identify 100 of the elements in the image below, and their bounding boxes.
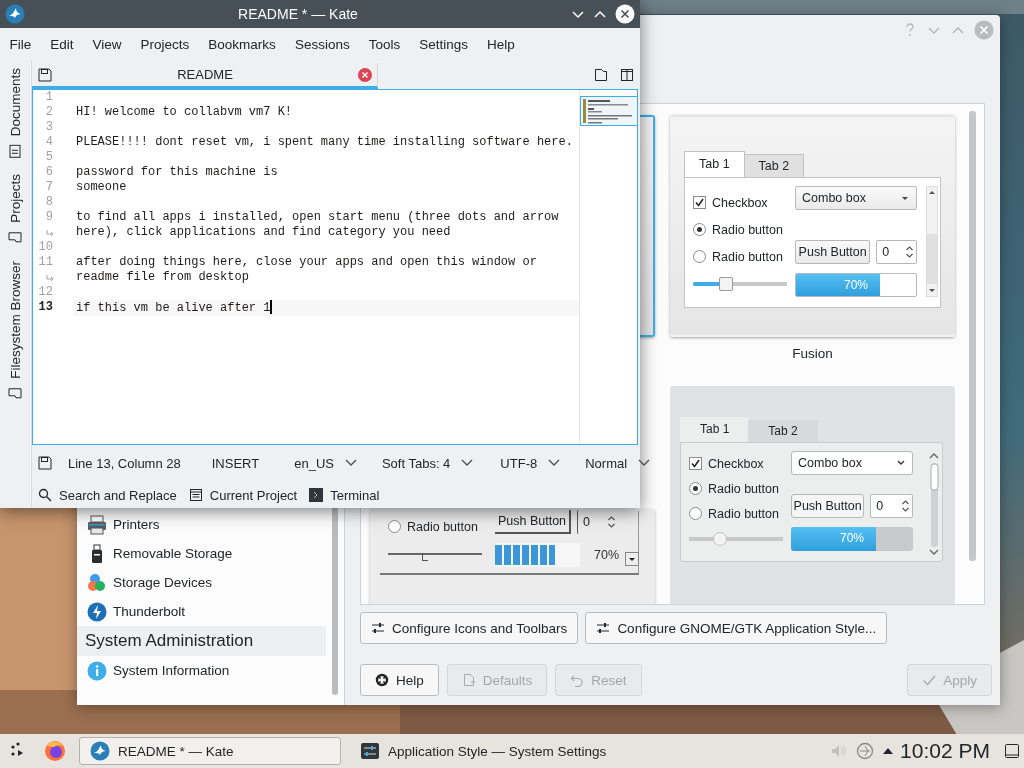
status-dropdown[interactable]: UTF-8: [500, 455, 562, 471]
tool-view-button[interactable]: Search and Replace: [38, 487, 177, 503]
close-icon[interactable]: [615, 4, 635, 24]
code-line: PLEASE!!!! dont reset vm, i spent many time installing software here.: [76, 135, 573, 149]
slider-handle[interactable]: [422, 552, 429, 561]
close-icon[interactable]: [358, 67, 372, 82]
push-button[interactable]: Push Button: [795, 240, 871, 264]
style-name: Fusion: [791, 345, 834, 363]
menu-item[interactable]: Help: [477, 36, 525, 52]
radio-button[interactable]: [693, 250, 706, 263]
sidebar-item[interactable]: Storage Devices: [77, 568, 323, 597]
code-line: password for this machine is: [76, 165, 278, 179]
settings-app-icon: [360, 741, 380, 761]
push-button[interactable]: Push Button: [791, 494, 865, 518]
spin-box[interactable]: 0: [577, 510, 618, 534]
menu-item[interactable]: Tools: [359, 36, 410, 52]
line-number: 13: [38, 300, 53, 315]
window-title: README * — Kate: [237, 6, 359, 22]
cursor-position[interactable]: Line 13, Column 28: [68, 455, 181, 471]
style-preview[interactable]: Radio button Push Button 0 70%: [370, 509, 655, 604]
code-line: after doing things here, close your apps and open this window or readme file from desktop: [76, 255, 538, 284]
configure-button[interactable]: Configure GNOME/GTK Application Style...: [585, 612, 888, 644]
combo-box[interactable]: Combo box: [795, 186, 917, 210]
menu-item[interactable]: Edit: [40, 36, 84, 52]
tab[interactable]: Tab 1: [680, 417, 750, 442]
sliders-icon: [596, 621, 611, 635]
tab[interactable]: Tab 1: [684, 151, 745, 177]
split-view-icon[interactable]: [620, 67, 634, 82]
dialog-button[interactable]: Help: [360, 664, 439, 696]
checkbox[interactable]: [693, 196, 706, 209]
line-number: 12: [38, 285, 53, 300]
spin-arrows-icon: [905, 244, 914, 260]
progress-label: 70%: [839, 530, 865, 547]
sidebar-item[interactable]: Removable Storage: [77, 539, 323, 568]
tool-view-button[interactable]: Current Project: [188, 487, 298, 503]
push-button[interactable]: Push Button: [495, 510, 571, 534]
menu-item[interactable]: Bookmarks: [198, 36, 286, 52]
save-icon: [38, 456, 52, 470]
code-line: to find all apps i installed, open start menu (three dots and arrow here), click applications and find category you need: [76, 210, 560, 239]
wrap-icon: [46, 228, 55, 237]
list-icon: [188, 488, 203, 502]
menu-item[interactable]: Sessions: [285, 36, 360, 52]
tool-view-button[interactable]: Terminal: [309, 487, 380, 503]
side-tab[interactable]: Filesystem Browser: [8, 257, 23, 405]
undo-icon: [570, 673, 585, 687]
menu-item[interactable]: Projects: [131, 36, 199, 52]
task-button[interactable]: Application Style — System Settings: [349, 737, 611, 765]
style-preview[interactable]: Tab 1 Tab 2 Checkbox Radio button Radio button Combo box Push Button 0 70%: [670, 115, 955, 337]
side-tab[interactable]: Documents: [8, 64, 23, 163]
radio-button[interactable]: [689, 482, 702, 495]
status-dropdown[interactable]: Soft Tabs: 4: [381, 455, 475, 471]
menu-item[interactable]: File: [0, 36, 41, 52]
input-mode[interactable]: INSERT: [211, 455, 260, 471]
search-icon: [38, 488, 52, 502]
network-icon[interactable]: [856, 742, 875, 760]
line-number: 10: [38, 240, 53, 255]
line-number: 6: [45, 165, 53, 180]
style-preview[interactable]: Tab 1 Tab 2 Checkbox Radio button Radio button Combo box Push Button 0 70%: [670, 386, 955, 604]
menu-item[interactable]: View: [83, 36, 132, 52]
radio-button[interactable]: [693, 223, 706, 236]
line-number: 1: [45, 90, 53, 105]
kate-icon: [5, 4, 25, 24]
side-tab[interactable]: Projects: [8, 170, 23, 250]
radio-label: Radio button: [712, 249, 783, 264]
terminal-icon: [309, 488, 324, 502]
spin-box[interactable]: 0: [870, 494, 913, 518]
slider-handle[interactable]: [713, 531, 727, 546]
spin-box[interactable]: 0: [876, 240, 917, 264]
radio-button[interactable]: [388, 520, 401, 533]
scrollbar[interactable]: [926, 186, 938, 297]
sidebar-item[interactable]: Printers: [77, 510, 323, 539]
status-dropdown[interactable]: en_US: [294, 455, 358, 471]
show-desktop-icon[interactable]: [1004, 743, 1020, 759]
radio-label: Radio button: [708, 506, 779, 521]
sidebar-item[interactable]: Thunderbolt: [77, 597, 323, 626]
wrap-icon: [46, 273, 55, 282]
code-line: someone: [76, 180, 127, 194]
checkbox-label: Checkbox: [708, 456, 764, 471]
tab[interactable]: Tab 2: [748, 420, 818, 442]
info-icon: [87, 660, 107, 681]
combo-box[interactable]: Combo box: [791, 451, 913, 475]
line-number: 11: [38, 255, 53, 270]
clock[interactable]: 10:02 PM: [900, 739, 990, 763]
firefox-icon[interactable]: [44, 740, 66, 762]
spin-arrows-icon: [901, 498, 910, 514]
line-number: 2: [45, 105, 53, 120]
slider-handle[interactable]: [718, 276, 733, 291]
menu-item[interactable]: Settings: [409, 36, 478, 52]
line-number: 4: [45, 135, 53, 150]
scrollbar[interactable]: [969, 111, 976, 561]
section-header: System Administration: [77, 626, 326, 656]
spin-arrows-icon: [607, 514, 616, 530]
sidebar-item[interactable]: System Information: [77, 656, 323, 685]
status-dropdown[interactable]: Normal: [585, 455, 652, 471]
task-button[interactable]: README * — Kate: [79, 737, 341, 765]
tab[interactable]: Tab 2: [743, 154, 805, 177]
scroll-down-icon[interactable]: [625, 552, 640, 566]
checkbox[interactable]: [689, 457, 702, 470]
configure-button[interactable]: Configure Icons and Toolbars: [360, 612, 579, 644]
radio-button[interactable]: [689, 507, 702, 520]
